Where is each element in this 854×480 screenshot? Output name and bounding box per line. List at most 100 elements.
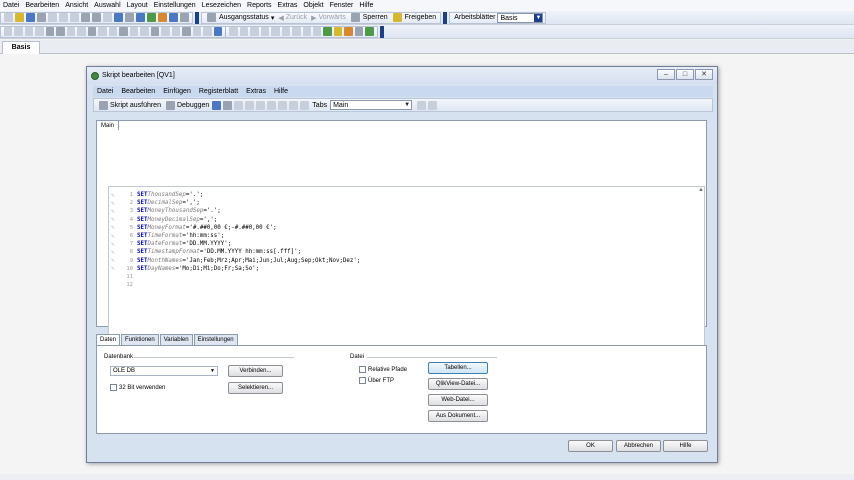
run-script-button[interactable]: Skript ausführen (96, 100, 163, 110)
menu-layout[interactable]: Layout (124, 0, 151, 11)
design-tool-icon[interactable] (229, 27, 238, 36)
design-tool-icon[interactable] (140, 27, 149, 36)
add-tab-icon[interactable] (417, 100, 427, 110)
qlikview-datei-button[interactable]: QlikView-Datei... (428, 378, 488, 390)
script-icon[interactable] (114, 13, 123, 22)
tab-einstellungen[interactable]: Einstellungen (193, 334, 238, 345)
design-tool-icon[interactable] (312, 27, 322, 36)
table-viewer-icon[interactable] (125, 13, 134, 22)
code-line[interactable]: SET MoneyThousandSep ='.'; (137, 207, 360, 215)
design-tool-icon[interactable] (35, 27, 44, 36)
maximize-icon[interactable]: □ (676, 69, 694, 80)
design-tool-icon[interactable] (354, 27, 364, 36)
vorwaerts-button[interactable]: ▶ Vorwärts (309, 14, 348, 22)
indent-icon[interactable] (300, 100, 310, 110)
chevron-down-icon[interactable]: ▼ (534, 13, 543, 22)
design-tool-icon[interactable] (24, 27, 34, 36)
design-tool-icon[interactable] (333, 27, 343, 36)
design-tool-icon[interactable] (250, 27, 259, 36)
design-tool-icon[interactable] (239, 27, 249, 36)
code-line[interactable]: SET MoneyFormat ='#.##0,00 €;-#.##0,00 €'… (137, 224, 360, 232)
save-icon[interactable] (26, 13, 35, 22)
print-icon[interactable] (223, 100, 233, 110)
design-tool-icon[interactable] (4, 27, 13, 36)
find-icon[interactable] (267, 100, 277, 110)
design-tool-icon[interactable] (56, 27, 65, 36)
menu-objekt[interactable]: Objekt (300, 0, 326, 11)
design-tool-icon[interactable] (14, 27, 23, 36)
design-tool-icon[interactable] (77, 27, 86, 36)
zurueck-button[interactable]: ◀ Zurück (276, 14, 309, 22)
relative-pfade-checkbox[interactable]: Relative Pfade (359, 366, 407, 373)
menu-lesezeichen[interactable]: Lesezeichen (199, 0, 244, 11)
design-tool-icon[interactable] (203, 27, 212, 36)
dialog-titlebar[interactable]: Skript bearbeiten [QV1] – □ ✕ (87, 67, 717, 84)
print-icon[interactable] (37, 13, 46, 22)
checkbox-box[interactable] (359, 366, 366, 373)
design-tool-icon[interactable] (281, 27, 291, 36)
menu-auswahl[interactable]: Auswahl (91, 0, 123, 11)
tab-basis[interactable]: Basis (2, 41, 40, 54)
save-icon[interactable] (212, 100, 222, 110)
code-line[interactable] (137, 281, 360, 289)
editor-tab-main[interactable]: Main (96, 120, 120, 130)
verbinden-button[interactable]: Verbinden... (228, 365, 283, 377)
design-tool-icon[interactable] (129, 27, 139, 36)
tabs-select[interactable]: Main ▼ (330, 100, 413, 110)
find-icon[interactable] (103, 13, 112, 22)
dialog-menu-datei[interactable]: Datei (93, 88, 117, 95)
tabellen-button[interactable]: Tabellen... (428, 362, 488, 374)
tab-settings-icon[interactable] (428, 100, 438, 110)
dialog-menu-bearbeiten[interactable]: Bearbeiten (117, 88, 159, 95)
menu-ansicht[interactable]: Ansicht (62, 0, 91, 11)
code-line[interactable]: SET MonthNames ='Jan;Feb;Mrz;Apr;Mai;Jun;… (137, 257, 360, 265)
scroll-up-icon[interactable]: ▲ (697, 187, 705, 193)
design-tool-icon[interactable] (292, 27, 301, 36)
copy-icon[interactable] (59, 13, 68, 22)
code-line[interactable]: SET ThousandSep ='.'; (137, 191, 360, 199)
design-tool-icon[interactable] (45, 27, 55, 36)
design-tool-icon[interactable] (150, 27, 160, 36)
code-line[interactable]: SET TimeFormat ='hh:mm:ss'; (137, 232, 360, 240)
help-icon[interactable] (180, 13, 189, 22)
tab-funktionen[interactable]: Funktionen (121, 334, 159, 345)
checkbox-box[interactable] (359, 377, 366, 384)
undo-icon[interactable] (81, 13, 90, 22)
design-tool-icon[interactable] (161, 27, 170, 36)
menu-reports[interactable]: Reports (244, 0, 275, 11)
abbrechen-button[interactable]: Abbrechen (616, 440, 661, 452)
design-tool-icon[interactable] (260, 27, 270, 36)
checkbox-box[interactable] (110, 384, 117, 391)
ausgangsstatus-button[interactable]: Ausgangsstatus ▾ (204, 13, 276, 22)
code-line[interactable]: SET DecimalSep =','; (137, 199, 360, 207)
ok-button[interactable]: OK (568, 440, 613, 452)
properties-icon[interactable] (158, 13, 167, 22)
design-tool-icon[interactable] (192, 27, 202, 36)
design-tool-icon[interactable] (182, 27, 191, 36)
undo-icon[interactable] (278, 100, 288, 110)
minimize-icon[interactable]: – (657, 69, 675, 80)
toolbar-grip-3[interactable] (380, 25, 384, 38)
close-icon[interactable]: ✕ (695, 69, 713, 80)
ueber-ftp-checkbox[interactable]: Über FTP (359, 377, 394, 384)
menu-hilfe[interactable]: Hilfe (356, 0, 376, 11)
design-tool-icon[interactable] (108, 27, 118, 36)
vertical-scrollbar[interactable]: ▲ ▼ (697, 187, 705, 367)
sheets-select[interactable]: Basis ▼ (497, 12, 544, 23)
redo-icon[interactable] (289, 100, 299, 110)
sperren-button[interactable]: Sperren (348, 13, 390, 22)
code-line[interactable]: SET DayNames ='Mo;Di;Mi;Do;Fr;Sa;So'; (137, 265, 360, 273)
freigeben-button[interactable]: Freigeben (390, 13, 439, 22)
code-line[interactable]: SET TimestampFormat ='DD.MM.YYYY hh:mm:ss… (137, 248, 360, 256)
design-tool-icon[interactable] (213, 27, 223, 36)
hilfe-button[interactable]: Hilfe (663, 440, 708, 452)
design-tool-icon[interactable] (365, 27, 374, 36)
menu-fenster[interactable]: Fenster (327, 0, 357, 11)
design-tool-icon[interactable] (66, 27, 76, 36)
dialog-menu-einfuegen[interactable]: Einfügen (159, 88, 195, 95)
design-tool-icon[interactable] (302, 27, 311, 36)
web-datei-button[interactable]: Web-Datei... (428, 394, 488, 406)
reload-icon[interactable] (136, 13, 145, 22)
code-area[interactable]: SET ThousandSep ='.'; SET DecimalSep =','; S… (137, 191, 360, 289)
code-line[interactable] (137, 273, 360, 281)
